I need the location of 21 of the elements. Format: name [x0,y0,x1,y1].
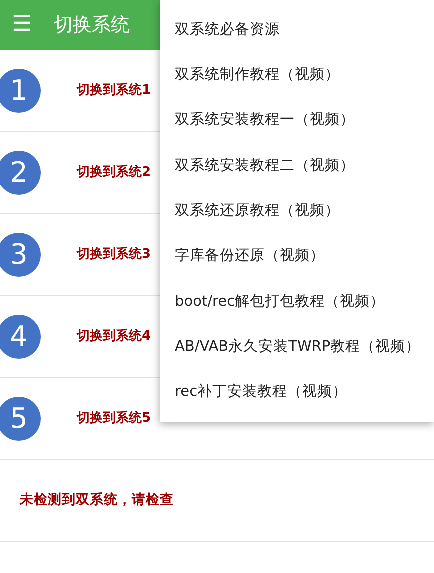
switch-system-link[interactable]: 切换到系统2 [77,162,152,182]
menu-item[interactable]: 双系统制作教程（视频） [160,53,434,99]
number-button[interactable]: 5 [0,396,41,440]
menu-item[interactable]: 双系统必备资源 [160,8,434,54]
number-button[interactable]: 4 [0,314,41,358]
switch-system-link[interactable]: 切换到系统5 [77,408,152,428]
menu-item[interactable]: 字库备份还原（视频） [160,234,434,280]
menu-item[interactable]: boot/rec解包打包教程（视频） [160,280,434,326]
app-title: 切换系统 [54,12,130,38]
switch-system-link[interactable]: 切换到系统1 [77,80,152,100]
menu-item[interactable]: rec补丁安装教程（视频） [160,370,434,416]
switch-system-link[interactable]: 切换到系统4 [77,326,152,346]
menu-item[interactable]: 双系统安装教程一（视频） [160,98,434,144]
number-button[interactable]: 1 [0,68,41,112]
number-button[interactable]: 2 [0,150,41,194]
menu-item[interactable]: 双系统还原教程（视频） [160,189,434,234]
menu-item[interactable]: 双系统安装教程二（视频） [160,144,434,190]
number-button[interactable]: 3 [0,232,41,276]
status-message: 未检测到双系统，请检查 [20,491,174,510]
menu-item[interactable]: AB/VAB永久安装TWRP教程（视频） [160,325,434,370]
switch-system-link[interactable]: 切换到系统3 [77,244,152,264]
